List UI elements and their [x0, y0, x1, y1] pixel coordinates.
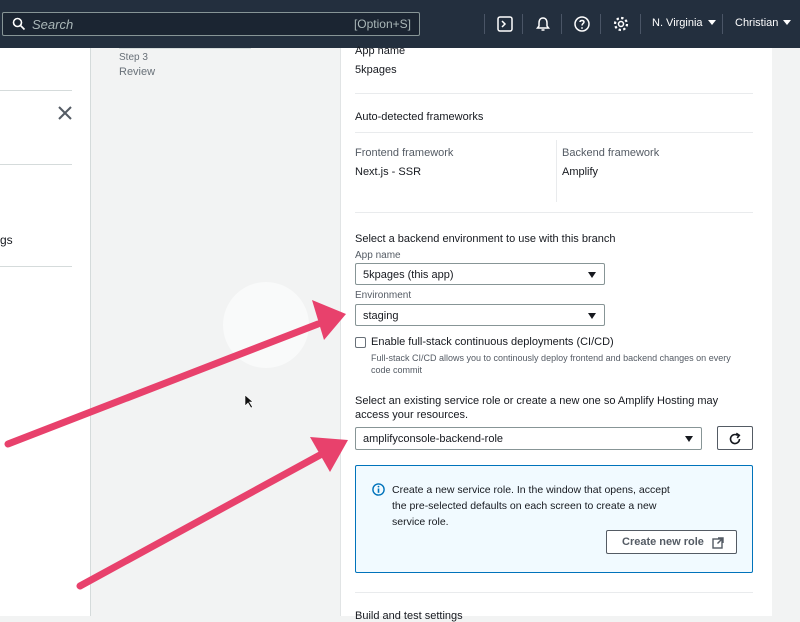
caret-down-icon — [685, 436, 693, 442]
step-divider — [119, 48, 251, 49]
topbar-divider — [522, 14, 523, 34]
build-settings-heading: Build and test settings — [355, 610, 463, 622]
backend-app-select-value: 5kpages (this app) — [363, 269, 454, 281]
nav-divider — [0, 266, 72, 267]
app-name-label: App name — [355, 45, 406, 57]
backend-app-select[interactable]: 5kpages (this app) — [355, 263, 605, 285]
region-label: N. Virginia — [652, 17, 703, 29]
info-alert-text: Create a new service role. In the window… — [392, 484, 670, 528]
search-placeholder: Search — [32, 17, 74, 32]
top-navigation-bar: Search [Option+S] N. Virginia Christian — [0, 0, 800, 48]
section-divider — [355, 592, 753, 593]
nav-divider — [0, 90, 72, 91]
cicd-checkbox-label[interactable]: Enable full-stack continuous deployments… — [371, 336, 614, 348]
video-play-watermark — [223, 282, 309, 368]
caret-down-icon — [588, 272, 596, 278]
bell-icon[interactable] — [534, 15, 552, 33]
create-new-role-label: Create new role — [622, 536, 704, 548]
nav-item-label[interactable]: gs — [0, 233, 13, 247]
environment-select-value: staging — [363, 310, 399, 322]
close-icon[interactable] — [56, 104, 74, 122]
nav-divider — [0, 164, 72, 165]
caret-down-icon — [588, 313, 596, 319]
section-divider — [355, 93, 753, 94]
info-icon — [372, 483, 385, 496]
right-gutter — [772, 48, 800, 616]
app-name-value: 5kpages — [355, 64, 397, 76]
caret-down-icon — [783, 20, 792, 25]
topbar-divider — [484, 14, 485, 34]
search-icon — [12, 17, 26, 31]
step-review-link[interactable]: Review — [119, 66, 155, 78]
search-shortcut: [Option+S] — [353, 17, 411, 31]
help-icon[interactable] — [573, 15, 591, 33]
step-number: Step 3 — [119, 52, 148, 63]
service-role-select[interactable]: amplifyconsole-backend-role — [355, 427, 702, 450]
section-divider — [355, 132, 753, 133]
environment-label: Environment — [355, 290, 412, 301]
frontend-framework-value: Next.js - SSR — [355, 166, 422, 178]
search-box[interactable]: Search [Option+S] — [2, 12, 420, 36]
account-name: Christian — [735, 17, 779, 29]
topbar-divider — [722, 14, 723, 34]
side-navigation: gs — [0, 48, 91, 616]
frontend-framework-label: Frontend framework — [355, 147, 454, 159]
account-menu[interactable]: Christian — [735, 17, 792, 29]
gear-icon[interactable] — [612, 15, 630, 33]
refresh-roles-button[interactable] — [717, 426, 753, 450]
section-divider — [355, 212, 753, 213]
service-role-intro: Select an existing service role or creat… — [355, 395, 719, 421]
backend-app-name-label: App name — [355, 250, 401, 261]
frameworks-heading: Auto-detected frameworks — [355, 111, 484, 123]
environment-select[interactable]: staging — [355, 304, 605, 326]
topbar-divider — [600, 14, 601, 34]
topbar-divider — [640, 14, 641, 34]
backend-environment-heading: Select a backend environment to use with… — [355, 233, 616, 245]
region-selector[interactable]: N. Virginia — [652, 17, 716, 29]
create-new-role-button[interactable]: Create new role — [606, 530, 737, 554]
topbar-divider — [561, 14, 562, 34]
service-role-select-value: amplifyconsole-backend-role — [363, 433, 504, 445]
backend-framework-value: Amplify — [562, 166, 599, 178]
refresh-icon — [729, 432, 741, 445]
cloudshell-icon[interactable] — [496, 15, 514, 33]
cicd-checkbox[interactable] — [355, 337, 366, 348]
caret-down-icon — [707, 20, 716, 25]
external-link-icon — [712, 537, 724, 549]
cicd-description: Full-stack CI/CD allows you to continous… — [371, 353, 731, 375]
column-divider — [556, 140, 557, 202]
info-alert: Create a new service role. In the window… — [355, 465, 753, 573]
review-panel: App name 5kpages Auto-detected framework… — [340, 45, 773, 622]
backend-framework-label: Backend framework — [562, 147, 660, 159]
